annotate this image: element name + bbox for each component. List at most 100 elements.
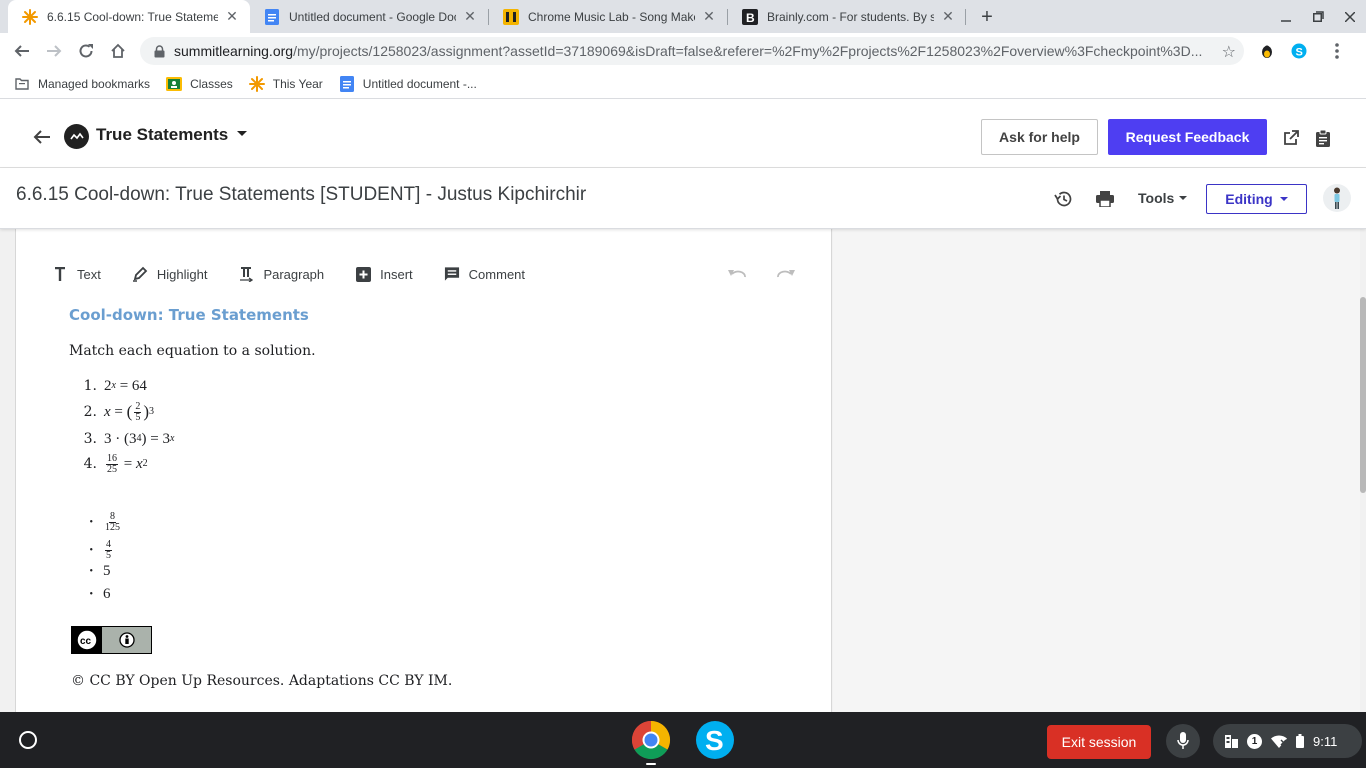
chevron-down-icon[interactable] xyxy=(237,131,247,136)
menu-kebab-icon[interactable] xyxy=(1327,41,1347,61)
browser-tab-summit[interactable]: 6.6.15 Cool-down: True Stateme ✕ xyxy=(8,0,250,33)
bullet: • xyxy=(89,544,93,556)
text-format-button[interactable]: Text xyxy=(52,266,101,282)
os-shelf: S Exit session 1 9:11 xyxy=(0,712,1366,768)
workspace: Text Highlight Paragraph Insert Comment … xyxy=(0,229,1366,712)
tab-title: Brainly.com - For students. By st xyxy=(767,9,934,24)
solution-value: 6 xyxy=(103,585,111,602)
home-icon[interactable] xyxy=(106,39,130,63)
minimize-window-icon[interactable] xyxy=(1270,0,1302,33)
open-external-icon[interactable] xyxy=(1280,127,1302,149)
clipboard-icon[interactable] xyxy=(1312,127,1334,149)
highlight-button[interactable]: Highlight xyxy=(132,266,207,282)
url-domain: summitlearning.org xyxy=(174,43,294,59)
folder-icon xyxy=(14,76,30,92)
equation-number: 3. xyxy=(83,431,97,447)
bookmark-untitled-document[interactable]: Untitled document -... xyxy=(339,75,477,92)
svg-text:B: B xyxy=(746,11,755,25)
bullet: • xyxy=(89,565,93,577)
document-header: 6.6.15 Cool-down: True Statements [STUDE… xyxy=(0,168,1366,229)
attribution-person-icon xyxy=(118,632,135,648)
extension-icon[interactable] xyxy=(1257,41,1277,61)
comment-button[interactable]: Comment xyxy=(444,266,525,282)
close-window-icon[interactable] xyxy=(1334,0,1366,33)
redo-icon[interactable] xyxy=(777,265,795,283)
paragraph-icon xyxy=(238,266,254,282)
insert-button[interactable]: Insert xyxy=(355,266,413,282)
project-title[interactable]: True Statements xyxy=(96,125,228,145)
summit-star-icon xyxy=(248,75,265,92)
forward-arrow-icon[interactable] xyxy=(42,39,66,63)
attribution-text: © CC BY Open Up Resources. Adaptations C… xyxy=(71,673,453,689)
close-icon[interactable]: ✕ xyxy=(462,8,478,25)
bookmark-star-icon[interactable]: ☆ xyxy=(1222,42,1236,62)
svg-text:cc: cc xyxy=(80,636,92,647)
lock-icon[interactable] xyxy=(152,44,166,58)
browser-tab-strip: 6.6.15 Cool-down: True Stateme ✕ Untitle… xyxy=(0,0,1366,33)
solution-item: • 5 xyxy=(69,560,110,582)
new-tab-button[interactable]: + xyxy=(975,5,999,29)
address-bar[interactable]: summitlearning.org/my/projects/1258023/a… xyxy=(140,37,1244,65)
solution-item: • 8 125 xyxy=(69,509,122,535)
close-icon[interactable]: ✕ xyxy=(701,8,717,25)
bookmark-label: Managed bookmarks xyxy=(38,76,151,91)
skype-extension-icon[interactable]: S xyxy=(1289,41,1309,61)
brainly-icon: B xyxy=(742,8,758,25)
scrollbar-thumb[interactable] xyxy=(1360,297,1366,493)
back-arrow-icon[interactable] xyxy=(30,125,54,149)
editing-mode-button[interactable]: Editing xyxy=(1206,184,1307,214)
tab-title: Chrome Music Lab - Song Maker xyxy=(528,9,695,24)
browser-tab-google-docs[interactable]: Untitled document - Google Doc ✕ xyxy=(250,0,488,33)
chevron-down-icon xyxy=(1279,197,1288,201)
reload-icon[interactable] xyxy=(74,39,98,63)
tools-menu[interactable]: Tools xyxy=(1138,190,1188,206)
chrome-app-icon[interactable] xyxy=(631,720,671,760)
google-docs-icon xyxy=(264,8,280,25)
request-feedback-button[interactable]: Request Feedback xyxy=(1108,119,1267,155)
avatar[interactable] xyxy=(1323,184,1351,212)
bookmarks-bar: Managed bookmarks Classes This Year Unti… xyxy=(0,69,1366,99)
highlighter-icon xyxy=(132,266,148,282)
history-icon[interactable] xyxy=(1052,188,1074,210)
editor-toolbar: Text Highlight Paragraph Insert Comment xyxy=(52,263,556,285)
solution-item: • 6 xyxy=(69,583,111,605)
close-icon[interactable]: ✕ xyxy=(940,8,956,25)
bookmark-managed[interactable]: Managed bookmarks xyxy=(14,76,150,92)
microphone-icon[interactable] xyxy=(1166,724,1200,758)
svg-text:S: S xyxy=(1296,47,1303,59)
restore-window-icon[interactable] xyxy=(1302,0,1334,33)
paragraph-button[interactable]: Paragraph xyxy=(238,266,324,282)
active-app-indicator xyxy=(646,763,656,765)
notification-count-badge: 1 xyxy=(1247,733,1262,749)
browser-tab-brainly[interactable]: B Brainly.com - For students. By st ✕ xyxy=(728,0,966,33)
cc-by-license-badge: cc xyxy=(71,626,152,654)
browser-tab-music-lab[interactable]: Chrome Music Lab - Song Maker ✕ xyxy=(489,0,727,33)
back-arrow-icon[interactable] xyxy=(10,39,34,63)
exit-session-button[interactable]: Exit session xyxy=(1047,725,1151,759)
skype-app-icon[interactable]: S xyxy=(695,720,735,760)
launcher-icon[interactable] xyxy=(19,731,37,749)
close-icon[interactable]: ✕ xyxy=(224,8,240,25)
equation-math: x = (2 5) 3 xyxy=(104,400,154,423)
google-docs-icon xyxy=(339,75,355,92)
summit-star-icon xyxy=(22,8,38,25)
ask-for-help-button[interactable]: Ask for help xyxy=(981,119,1098,155)
managed-device-icon xyxy=(1225,734,1238,748)
scrollbar[interactable] xyxy=(1360,229,1366,712)
insert-label: Insert xyxy=(380,266,413,282)
comment-label: Comment xyxy=(468,266,526,282)
undo-icon[interactable] xyxy=(728,265,746,283)
bookmark-classes[interactable]: Classes xyxy=(166,76,233,92)
document-title: 6.6.15 Cool-down: True Statements [STUDE… xyxy=(16,184,587,205)
equation-number: 2. xyxy=(83,404,97,420)
equation-item: 4. 16 25 = x2 xyxy=(69,451,148,477)
document-page[interactable]: Text Highlight Paragraph Insert Comment … xyxy=(15,229,832,712)
svg-text:S: S xyxy=(705,725,724,756)
editing-label: Editing xyxy=(1225,191,1273,207)
comments-panel xyxy=(833,229,1360,712)
project-logo-icon xyxy=(64,124,89,149)
print-icon[interactable] xyxy=(1094,188,1116,210)
system-tray[interactable]: 1 9:11 xyxy=(1213,724,1362,758)
bookmark-this-year[interactable]: This Year xyxy=(248,75,323,92)
equation-math: 2x = 64 xyxy=(104,377,147,394)
